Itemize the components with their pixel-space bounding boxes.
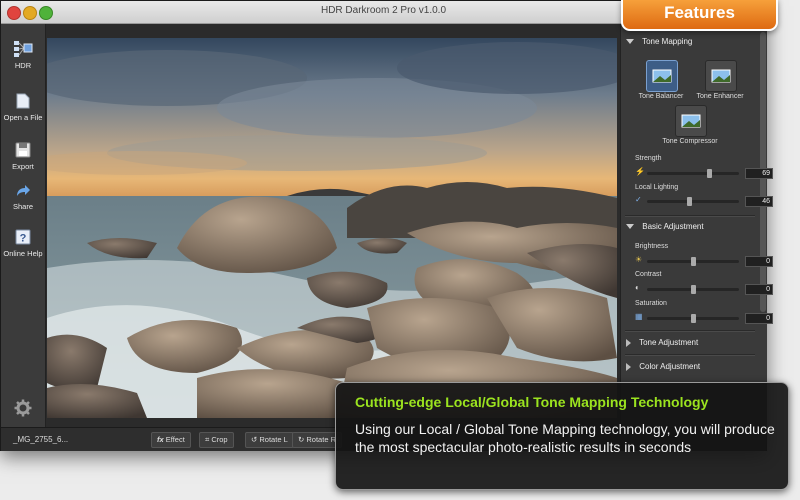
brightness-value[interactable]: 0 — [745, 256, 773, 267]
hdr-seascape-photo — [47, 38, 617, 418]
tone-enhancer-label: Tone Enhancer — [696, 93, 744, 100]
strength-slider[interactable] — [647, 169, 739, 178]
tone-balancer-button[interactable] — [646, 60, 678, 92]
feature-callout: Cutting-edge Local/Global Tone Mapping T… — [335, 382, 789, 490]
saturation-label: Saturation — [635, 300, 667, 307]
online-help-button[interactable]: ? Online Help — [1, 228, 45, 258]
crop-label: Crop — [211, 435, 228, 444]
rotate-left-icon: ↺ — [251, 435, 258, 444]
callout-body: Using our Local / Global Tone Mapping te… — [355, 421, 775, 455]
collapse-triangle-icon — [626, 338, 631, 347]
settings-gear-icon[interactable] — [14, 399, 32, 417]
crop-button[interactable]: ⌗ Crop — [199, 432, 234, 448]
landscape-thumbnail-icon — [681, 114, 701, 128]
section-divider — [625, 354, 755, 356]
basic-adjustment-header[interactable]: Basic Adjustment — [626, 222, 754, 231]
save-disk-icon — [15, 142, 31, 158]
slider-thumb[interactable] — [707, 169, 712, 178]
share-button[interactable]: Share — [1, 181, 45, 211]
callout-title: Cutting-edge Local/Global Tone Mapping T… — [355, 394, 709, 410]
slider-thumb[interactable] — [687, 197, 692, 206]
tone-compressor-label: Tone Compressor — [662, 138, 718, 145]
slider-thumb[interactable] — [691, 285, 696, 294]
landscape-thumbnail-icon — [652, 69, 672, 83]
tone-compressor-button[interactable] — [675, 105, 707, 137]
rotate-right-label: Rotate R — [306, 435, 336, 444]
tone-mapping-title: Tone Mapping — [642, 37, 693, 46]
sun-icon: ☀ — [635, 255, 643, 264]
color-adjustment-header[interactable]: Color Adjustment — [626, 362, 754, 371]
section-divider — [625, 215, 755, 217]
expand-triangle-icon — [626, 224, 634, 230]
open-file-button[interactable]: Open a File — [1, 92, 45, 122]
share-label: Share — [12, 202, 33, 211]
contrast-icon: ◐ — [635, 283, 640, 292]
basic-adjustment-title: Basic Adjustment — [642, 222, 704, 231]
saturation-icon: ▦ — [635, 312, 643, 321]
rotate-left-button[interactable]: ↺ Rotate L — [245, 432, 294, 448]
effect-label: Effect — [165, 435, 185, 444]
rotate-left-label: Rotate L — [259, 435, 288, 444]
contrast-label: Contrast — [635, 271, 662, 278]
photo-canvas[interactable] — [47, 38, 617, 418]
share-arrow-icon — [17, 185, 30, 196]
contrast-slider[interactable] — [647, 285, 739, 294]
local-lighting-slider[interactable] — [647, 197, 739, 206]
hdr-label: HDR — [14, 61, 32, 70]
help-icon: ? — [15, 229, 31, 245]
saturation-slider[interactable] — [647, 314, 739, 323]
strength-label: Strength — [635, 155, 662, 162]
collapse-triangle-icon — [626, 362, 631, 371]
expand-triangle-icon — [626, 39, 634, 45]
color-adjustment-title: Color Adjustment — [639, 362, 701, 371]
export-button[interactable]: Export — [1, 141, 45, 171]
tone-adjustment-title: Tone Adjustment — [639, 338, 699, 347]
landscape-thumbnail-icon — [711, 69, 731, 83]
help-label: Online Help — [3, 249, 43, 258]
local-lighting-label: Local Lighting — [635, 184, 679, 191]
adjustment-panel: Tone Mapping Tone Balancer Tone Enhancer… — [620, 24, 773, 427]
svg-text:?: ? — [20, 233, 27, 245]
slider-thumb[interactable] — [691, 257, 696, 266]
open-file-label: Open a File — [3, 113, 43, 122]
lightning-icon: ⚡ — [635, 167, 645, 176]
slider-thumb[interactable] — [691, 314, 696, 323]
tone-mapping-header[interactable]: Tone Mapping — [626, 37, 754, 46]
hdr-tool-button[interactable]: HDR — [1, 38, 45, 70]
strength-value[interactable]: 69 — [745, 168, 773, 179]
effect-button[interactable]: fx Effect — [151, 432, 191, 448]
saturation-value[interactable]: 0 — [745, 313, 773, 324]
rotate-right-icon: ↻ — [298, 435, 305, 444]
local-lighting-value[interactable]: 46 — [745, 196, 773, 207]
left-toolbar: HDR Open a File Export Share ? Online He… — [1, 24, 46, 427]
fx-icon: fx — [157, 435, 164, 444]
brush-icon: ✓ — [635, 195, 642, 204]
crop-icon: ⌗ — [205, 435, 210, 444]
export-label: Export — [12, 162, 34, 171]
open-file-icon — [16, 93, 30, 109]
section-divider — [625, 330, 755, 332]
hdr-icon — [14, 41, 33, 57]
brightness-slider[interactable] — [647, 257, 739, 266]
contrast-value[interactable]: 0 — [745, 284, 773, 295]
tone-enhancer-button[interactable] — [705, 60, 737, 92]
brightness-label: Brightness — [635, 243, 669, 250]
file-name: _MG_2755_6... — [13, 435, 69, 444]
tone-adjustment-header[interactable]: Tone Adjustment — [626, 338, 754, 347]
features-badge: Features — [621, 0, 778, 31]
